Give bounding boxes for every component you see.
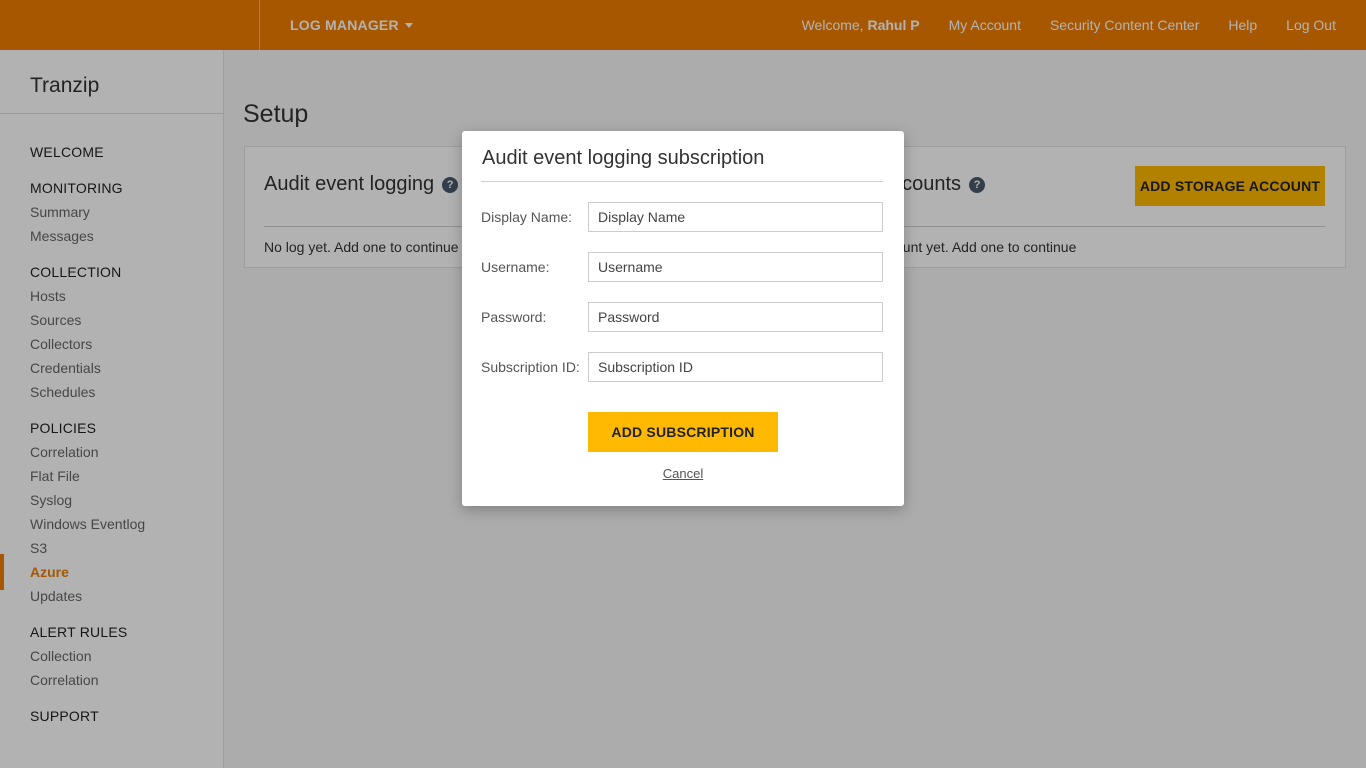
- password-input[interactable]: [588, 302, 883, 332]
- subscription-modal: Audit event logging subscription Display…: [462, 131, 904, 506]
- display-name-input[interactable]: [588, 202, 883, 232]
- display-name-row: Display Name:: [481, 202, 883, 232]
- subscription-id-row: Subscription ID:: [481, 352, 883, 382]
- username-row: Username:: [481, 252, 883, 282]
- subscription-id-label: Subscription ID:: [481, 359, 580, 375]
- add-subscription-button[interactable]: ADD SUBSCRIPTION: [588, 412, 778, 452]
- username-label: Username:: [481, 259, 550, 275]
- password-label: Password:: [481, 309, 547, 325]
- password-row: Password:: [481, 302, 883, 332]
- display-name-label: Display Name:: [481, 209, 573, 225]
- username-input[interactable]: [588, 252, 883, 282]
- cancel-link[interactable]: Cancel: [462, 466, 904, 481]
- modal-title: Audit event logging subscription: [482, 147, 765, 169]
- modal-divider: [481, 181, 883, 182]
- subscription-id-input[interactable]: [588, 352, 883, 382]
